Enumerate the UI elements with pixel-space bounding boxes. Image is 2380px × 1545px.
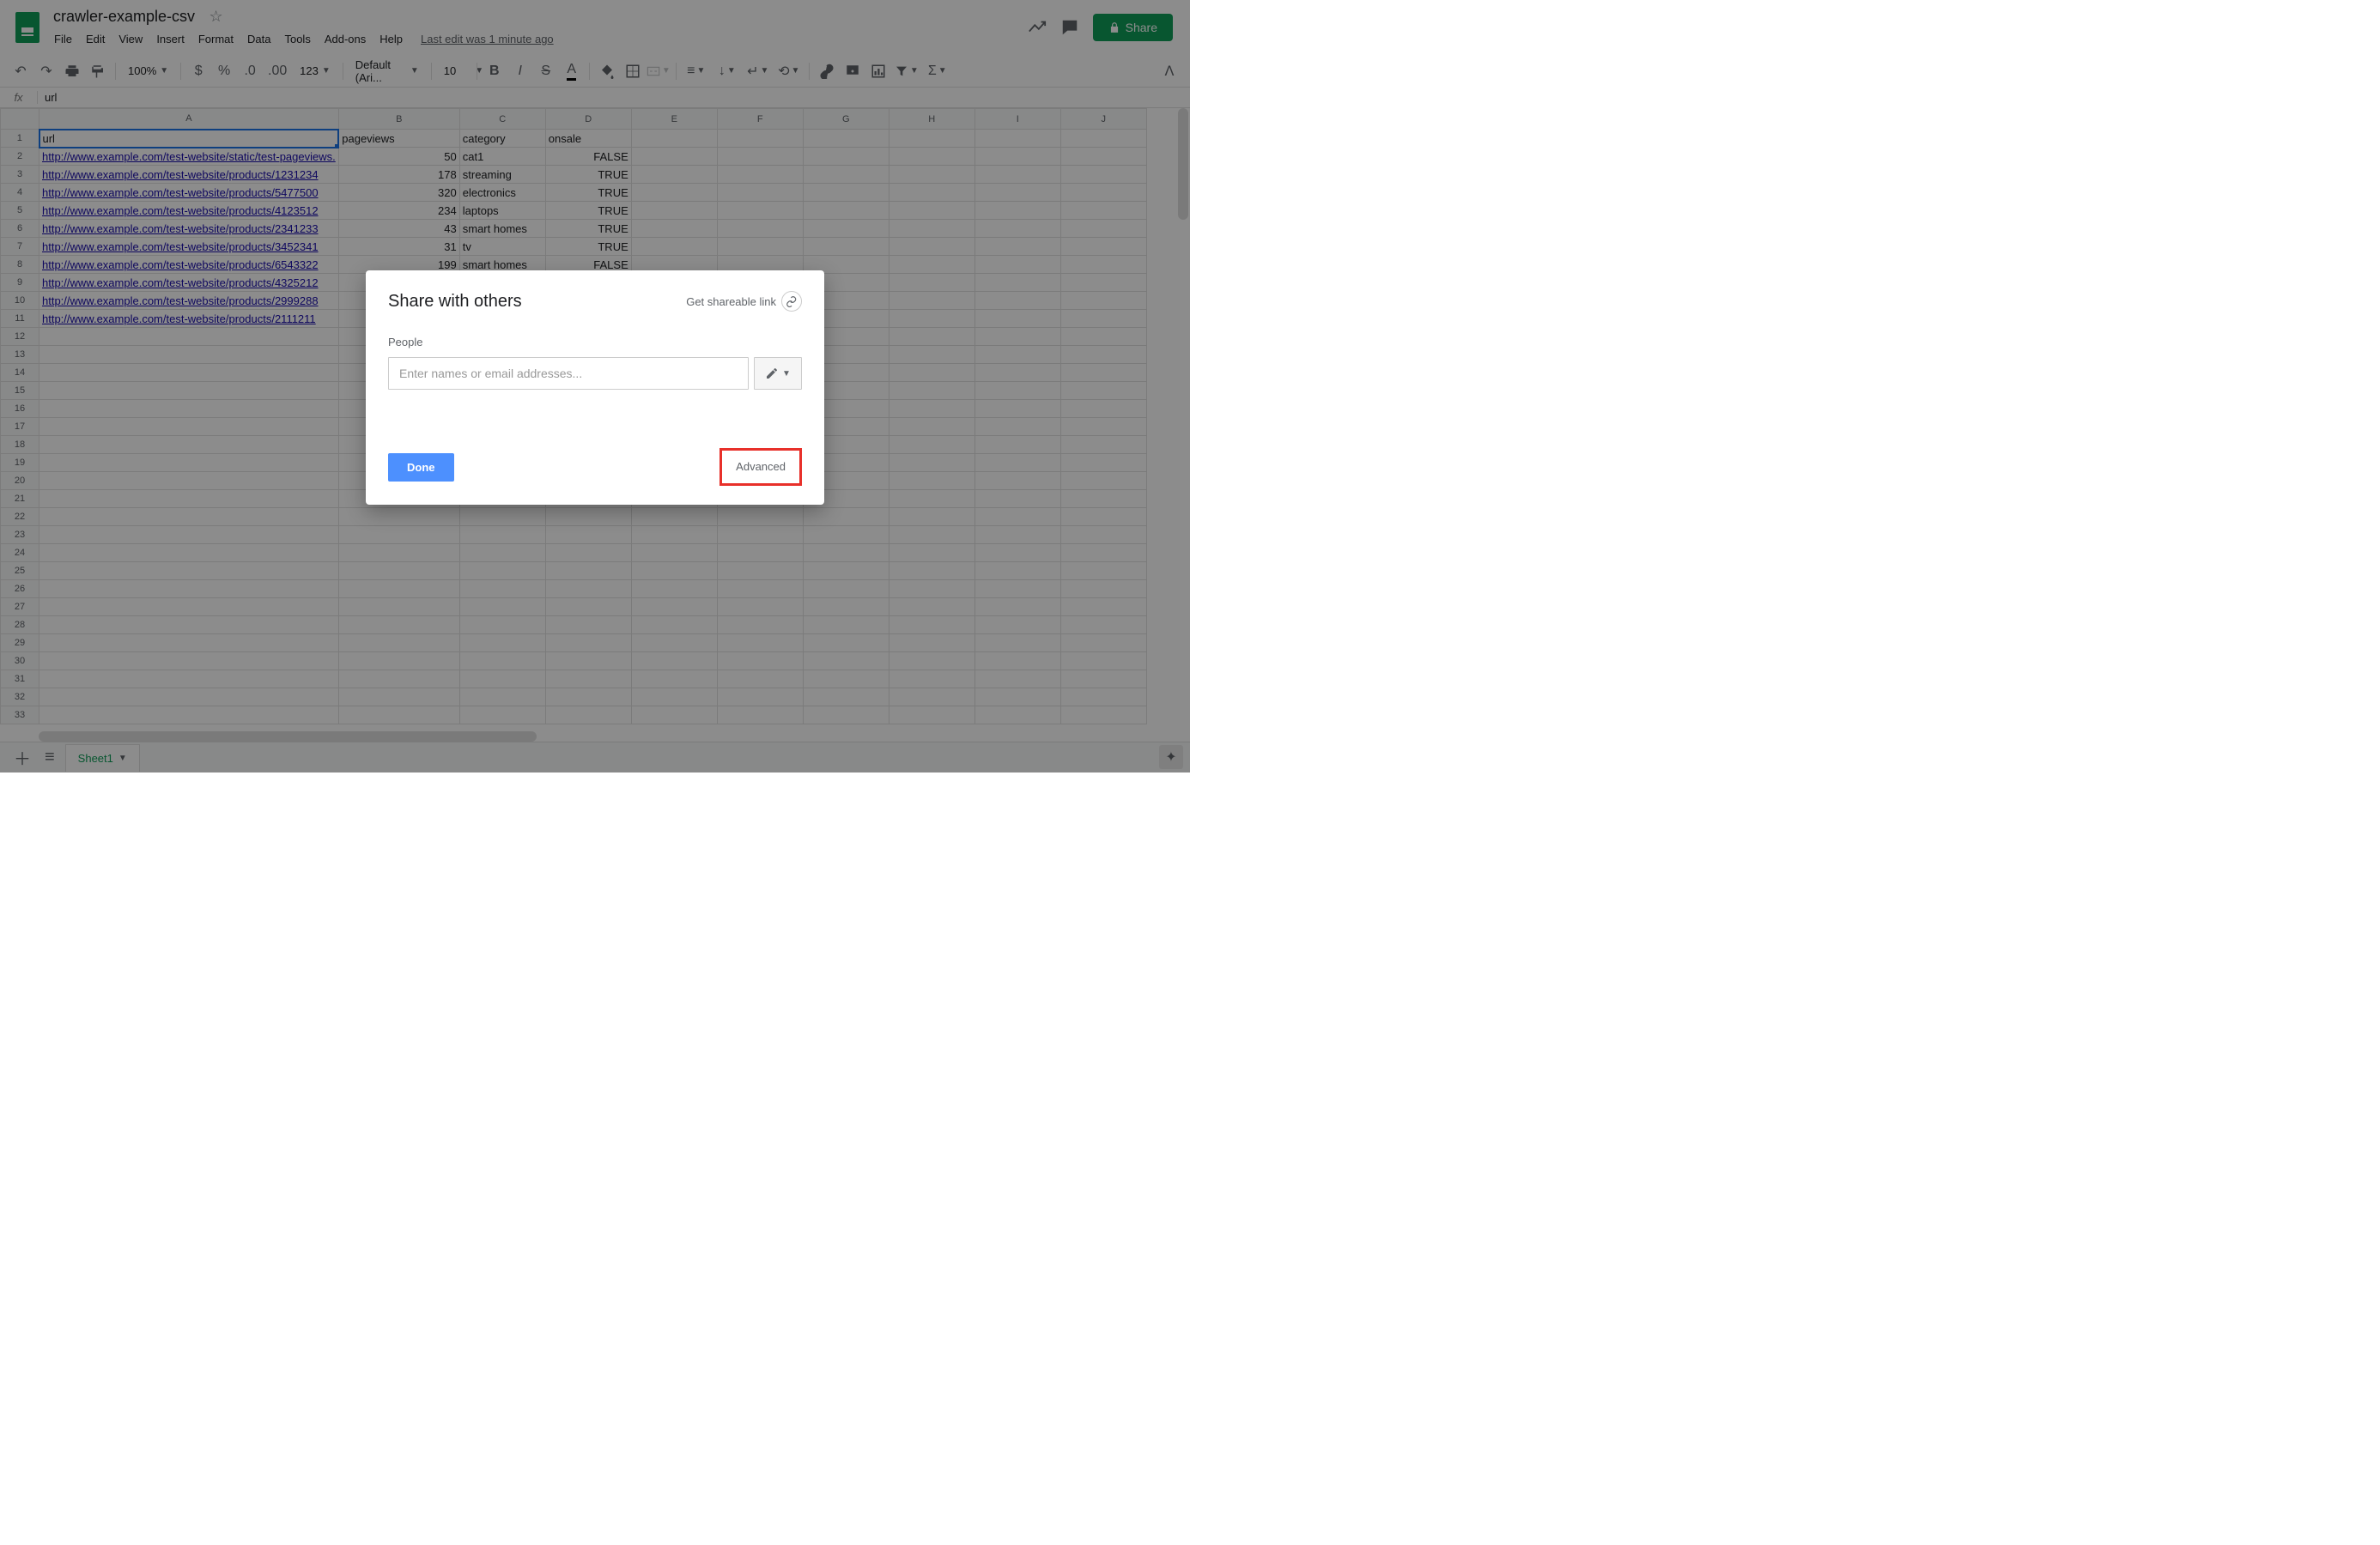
done-button[interactable]: Done <box>388 453 454 482</box>
advanced-link[interactable]: Advanced <box>736 460 786 473</box>
people-label: People <box>388 336 802 348</box>
share-modal: Share with others Get shareable link Peo… <box>366 270 824 505</box>
modal-overlay[interactable]: Share with others Get shareable link Peo… <box>0 0 1190 772</box>
link-icon <box>781 291 802 312</box>
chevron-down-icon: ▼ <box>782 369 791 379</box>
get-link-label: Get shareable link <box>686 295 776 308</box>
pencil-icon <box>765 367 779 380</box>
advanced-highlight: Advanced <box>719 448 802 486</box>
get-shareable-link[interactable]: Get shareable link <box>686 291 802 312</box>
permission-dropdown[interactable]: ▼ <box>754 357 802 390</box>
modal-title: Share with others <box>388 292 522 312</box>
people-input[interactable] <box>388 357 749 390</box>
